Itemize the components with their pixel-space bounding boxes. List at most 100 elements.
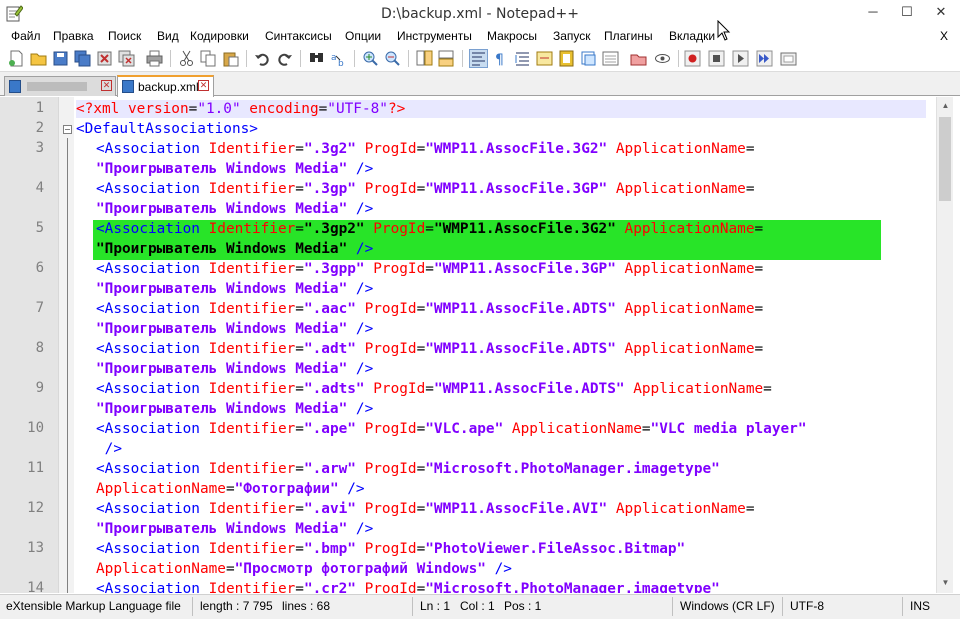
code-line: <Association Identifier=".avi" ProgId="W… (96, 501, 755, 517)
menu-encoding[interactable]: Кодировки (190, 29, 249, 43)
indent-guide-icon[interactable] (514, 50, 531, 67)
line-number: 7 (35, 300, 44, 316)
menu-bar: Файл Правка Поиск Вид Кодировки Синтакси… (0, 20, 960, 46)
code-line: <?xml version="1.0" encoding="UTF-8"?> (76, 101, 406, 117)
editor-area[interactable]: 1 2 3 4 5 6 7 8 9 10 11 12 13 14 <?xml v… (0, 97, 960, 593)
doc-map-icon[interactable] (558, 50, 575, 67)
save-icon[interactable] (52, 50, 69, 67)
line-number: 5 (35, 220, 44, 236)
fold-toggle-icon[interactable] (63, 125, 72, 134)
code-line: "Проигрыватель Windows Media" /> (96, 161, 374, 177)
svg-text:¶: ¶ (495, 52, 504, 67)
new-file-icon[interactable] (8, 50, 25, 67)
toolbar-separator (462, 50, 463, 67)
redo-icon[interactable] (276, 50, 293, 67)
save-all-icon[interactable] (74, 50, 91, 67)
udl-icon[interactable] (536, 50, 553, 67)
fold-guide-line (67, 138, 68, 593)
menu-file[interactable]: Файл (11, 29, 41, 43)
menu-settings[interactable]: Опции (345, 29, 381, 43)
word-wrap-icon[interactable] (469, 49, 488, 68)
print-icon[interactable] (146, 50, 163, 67)
play-macro-icon[interactable] (732, 50, 749, 67)
close-all-icon[interactable] (118, 50, 135, 67)
menu-plugins[interactable]: Плагины (604, 29, 653, 43)
scroll-up-icon[interactable]: ▲ (937, 97, 954, 114)
close-tab-icon[interactable]: ✕ (198, 80, 209, 91)
menu-tools[interactable]: Инструменты (397, 29, 472, 43)
code-line: <Association Identifier=".ape" ProgId="V… (96, 421, 807, 437)
close-document-button[interactable]: X (940, 29, 948, 43)
menu-run[interactable]: Запуск (553, 29, 591, 43)
status-insert-mode: INS (910, 599, 931, 613)
zoom-out-icon[interactable] (384, 50, 401, 67)
folder-workspace-icon[interactable] (602, 50, 619, 67)
vertical-scrollbar[interactable]: ▲ ▼ (936, 97, 953, 593)
line-number: 11 (27, 460, 44, 476)
sync-v-icon[interactable] (416, 50, 433, 67)
toolbar-separator (678, 50, 679, 67)
close-icon[interactable] (96, 50, 113, 67)
eye-icon[interactable] (654, 50, 671, 67)
save-icon (122, 80, 134, 93)
scrollbar-thumb[interactable] (939, 117, 951, 201)
menu-macro[interactable]: Макросы (487, 29, 537, 43)
toolbar-separator (246, 50, 247, 67)
code-line: <Association Identifier=".adt" ProgId="W… (96, 341, 764, 357)
record-macro-icon[interactable] (684, 50, 701, 67)
status-separator (902, 597, 903, 616)
undo-icon[interactable] (254, 50, 271, 67)
menu-view[interactable]: Вид (157, 29, 179, 43)
function-list-icon[interactable] (580, 50, 597, 67)
code-line: ApplicationName="Просмотр фотографий Win… (96, 561, 512, 577)
menu-edit[interactable]: Правка (53, 29, 94, 43)
code-line-highlighted: <Association Identifier=".3gp2" ProgId="… (96, 221, 764, 237)
status-file-type: eXtensible Markup Language file (6, 599, 181, 613)
paste-icon[interactable] (222, 50, 239, 67)
code-line: "Проигрыватель Windows Media" /> (96, 361, 374, 377)
code-line: <Association Identifier=".bmp" ProgId="P… (96, 541, 686, 557)
open-file-icon[interactable] (30, 50, 47, 67)
code-line: ApplicationName="Фотографии" /> (96, 481, 365, 497)
line-number: 6 (35, 260, 44, 276)
line-number: 3 (35, 140, 44, 156)
tab-label-redacted (27, 82, 87, 91)
stop-macro-icon[interactable] (708, 50, 725, 67)
show-all-chars-icon[interactable]: ¶ (492, 50, 509, 67)
maximize-button[interactable]: ☐ (890, 2, 924, 22)
status-separator (412, 597, 413, 616)
cut-icon[interactable] (178, 50, 195, 67)
toolbar: ab ¶ (0, 46, 960, 72)
status-eol: Windows (CR LF) (680, 599, 775, 613)
status-lines: lines : 68 (282, 599, 331, 613)
toolbar-separator (170, 50, 171, 67)
line-number: 12 (27, 500, 44, 516)
code-line: "Проигрыватель Windows Media" /> (96, 521, 374, 537)
close-window-button[interactable]: ✕ (924, 2, 958, 22)
status-separator (782, 597, 783, 616)
code-line: <Association Identifier=".3gpp" ProgId="… (96, 261, 764, 277)
find-icon[interactable] (308, 50, 325, 67)
replace-icon[interactable]: ab (330, 50, 347, 67)
tab-document-1[interactable]: ✕ (4, 76, 116, 96)
line-number: 10 (27, 420, 44, 436)
save-macro-icon[interactable] (780, 50, 797, 67)
code-line-highlighted: "Проигрыватель Windows Media" /> (96, 241, 374, 257)
menu-window[interactable]: Вкладки (669, 29, 715, 43)
svg-text:b: b (338, 59, 344, 67)
tab-backup-xml[interactable]: backup.xml ✕ (117, 75, 214, 97)
close-tab-icon[interactable]: ✕ (101, 80, 112, 91)
line-number: 4 (35, 180, 44, 196)
status-encoding: UTF-8 (790, 599, 824, 613)
run-macro-multiple-icon[interactable] (756, 50, 773, 67)
copy-icon[interactable] (200, 50, 217, 67)
menu-syntax[interactable]: Синтаксисы (265, 29, 332, 43)
line-number: 13 (27, 540, 44, 556)
menu-search[interactable]: Поиск (108, 29, 141, 43)
scroll-down-icon[interactable]: ▼ (937, 574, 954, 591)
zoom-in-icon[interactable] (362, 50, 379, 67)
monitoring-icon[interactable] (630, 50, 647, 67)
toolbar-separator (300, 50, 301, 67)
minimize-button[interactable]: ─ (856, 2, 890, 22)
sync-h-icon[interactable] (438, 50, 455, 67)
